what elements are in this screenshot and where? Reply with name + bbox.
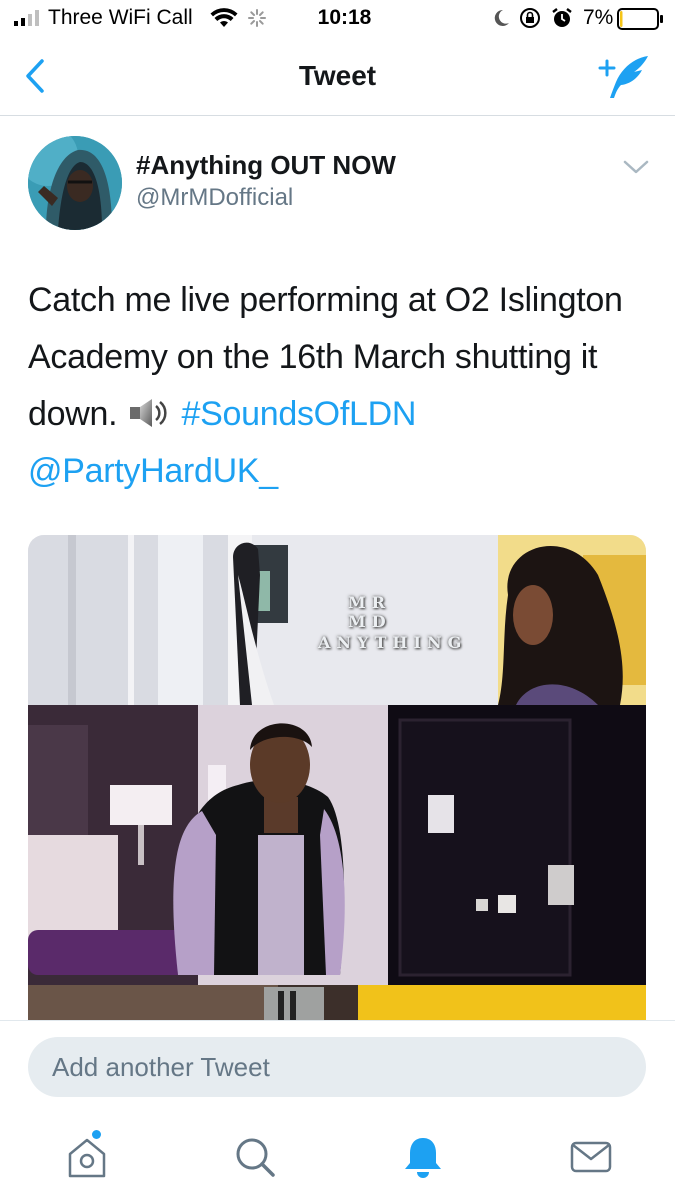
video-thumbnail[interactable]: MR MD ANYTHING	[28, 535, 646, 1022]
moon-icon	[494, 9, 509, 26]
status-bar: Three WiFi Call 10:18 7%	[0, 0, 675, 38]
rotation-lock-icon	[520, 8, 540, 28]
chevron-down-icon[interactable]	[622, 156, 650, 178]
user-handle[interactable]: @MrMDofficial	[136, 184, 293, 212]
notifications-icon[interactable]	[398, 1132, 448, 1182]
tab-bar	[0, 1118, 675, 1200]
reply-input[interactable]	[28, 1037, 646, 1097]
speaker-icon	[130, 399, 167, 427]
video-caption-title: ANYTHING	[318, 633, 468, 652]
search-icon[interactable]	[230, 1132, 280, 1182]
display-name[interactable]: #Anything OUT NOW	[136, 150, 396, 181]
video-caption-artist: MR MD	[348, 593, 392, 631]
mention-link[interactable]: @PartyHardUK_	[28, 452, 278, 490]
page-title: Tweet	[298, 60, 377, 91]
home-icon[interactable]	[62, 1132, 112, 1182]
tweet-text: Catch me live performing at O2 Islington…	[28, 272, 648, 500]
clock: 10:18	[317, 6, 372, 29]
home-notification-dot	[92, 1130, 101, 1139]
messages-icon[interactable]	[566, 1132, 616, 1182]
battery-icon	[617, 8, 663, 30]
battery-percent: 7%	[583, 6, 614, 29]
alarm-icon	[552, 8, 572, 27]
nav-bar: Tweet	[0, 38, 675, 116]
compose-tweet-icon[interactable]	[596, 52, 652, 102]
reply-bar	[0, 1020, 675, 1116]
hashtag-link[interactable]: #SoundsOfLDN	[182, 395, 417, 433]
avatar[interactable]	[28, 136, 122, 230]
